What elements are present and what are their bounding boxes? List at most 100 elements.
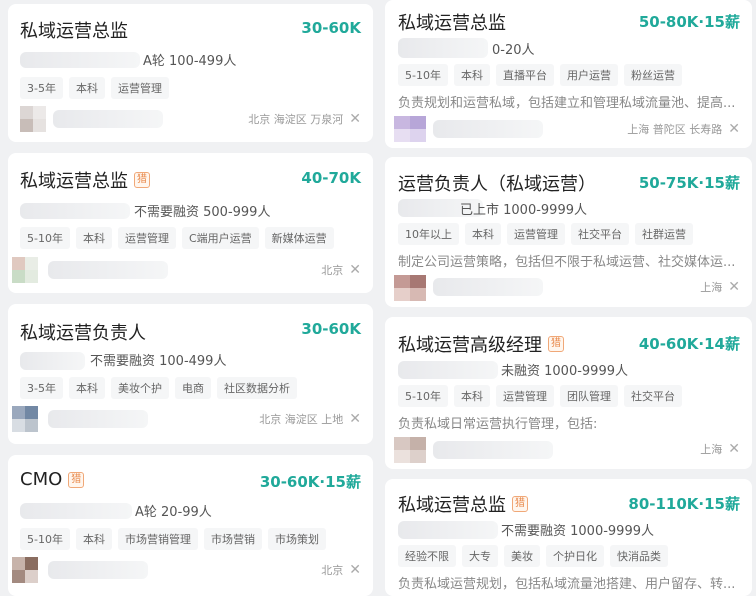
tag: 运营管理: [495, 385, 554, 407]
tag: 市场策划: [267, 528, 326, 550]
recruiter-blurred: [433, 278, 543, 296]
tag: 美妆: [504, 545, 540, 567]
tag: 快消品类: [610, 545, 668, 567]
close-icon[interactable]: ✕: [349, 111, 361, 127]
tag: 运营管理: [117, 227, 176, 249]
salary: 50-75K·15薪: [638, 174, 740, 192]
job-tags: 经验不限 大专 美妆 个护日化 快消品类: [398, 545, 668, 567]
salary: 40-70K: [301, 169, 361, 187]
location: 上海 ✕: [700, 441, 740, 457]
tag: 运营管理: [507, 223, 565, 245]
recruiter-blurred: [48, 561, 148, 579]
salary: 30-60K: [301, 320, 361, 338]
tag: 经验不限: [398, 545, 456, 567]
job-title: CMO 猎: [20, 469, 85, 490]
tag: 团队管理: [559, 385, 618, 407]
company-info: 不需要融资 1000-9999人: [501, 524, 654, 539]
tag: 本科: [75, 227, 112, 249]
tag: 本科: [453, 385, 490, 407]
tag: 社区数据分析: [216, 377, 297, 399]
job-title: 私域运营高级经理 猎: [398, 331, 564, 357]
tag: 5-10年: [398, 64, 448, 86]
company-info: A轮 100-499人: [143, 54, 237, 69]
close-icon[interactable]: ✕: [728, 441, 740, 457]
job-description: 负责私域运营规划，包括私域流量池搭建、用户留存、转...: [398, 577, 736, 592]
job-card[interactable]: 私域运营总监 50-80K·15薪 0-20人 5-10年 本科 直播平台 用户…: [385, 0, 752, 148]
salary: 40-60K·14薪: [638, 335, 740, 353]
tag: C端用户运营: [181, 227, 259, 249]
job-card[interactable]: CMO 猎 30-60K·15薪 A轮 20-99人 5-10年 本科 市场营销…: [8, 455, 373, 596]
recruiter-blurred: [433, 441, 553, 459]
headhunter-icon: 猎: [548, 336, 564, 352]
headhunter-icon: 猎: [134, 172, 150, 188]
tag: 本科: [453, 64, 490, 86]
tag: 本科: [68, 377, 105, 399]
headhunter-icon: 猎: [512, 496, 528, 512]
job-card[interactable]: 私域运营负责人 30-60K 不需要融资 100-499人 3-5年 本科 美妆…: [8, 304, 373, 444]
salary: 30-60K: [301, 19, 361, 37]
job-tags: 3-5年 本科 美妆个护 电商 社区数据分析: [20, 377, 297, 399]
company-name-blurred: [20, 52, 140, 68]
job-card[interactable]: 私域运营总监 30-60K A轮 100-499人 3-5年 本科 运营管理 北…: [8, 4, 373, 142]
job-description: 负责规划和运营私域，包括建立和管理私域流量池、提高...: [398, 96, 736, 111]
salary: 50-80K·15薪: [638, 13, 740, 31]
tag: 10年以上: [398, 223, 459, 245]
company-name-blurred: [20, 203, 130, 219]
tag: 用户运营: [559, 64, 618, 86]
tag: 5-10年: [398, 385, 448, 407]
recruiter-blurred: [53, 110, 163, 128]
location: 上海 普陀区 长寿路 ✕: [627, 121, 740, 137]
tag: 社交平台: [623, 385, 682, 407]
company-name-blurred: [20, 352, 85, 370]
job-card[interactable]: 运营负责人（私域运营） 50-75K·15薪 已上市 1000-9999人 10…: [385, 157, 752, 307]
tag: 3-5年: [20, 77, 63, 99]
recruiter-blurred: [48, 410, 148, 428]
location: 上海 ✕: [700, 279, 740, 295]
job-card[interactable]: 私域运营总监 猎 80-110K·15薪 不需要融资 1000-9999人 经验…: [385, 479, 752, 596]
close-icon[interactable]: ✕: [349, 411, 361, 427]
close-icon[interactable]: ✕: [349, 262, 361, 278]
job-card[interactable]: 私域运营高级经理 猎 40-60K·14薪 未融资 1000-9999人 5-1…: [385, 317, 752, 469]
tag: 3-5年: [20, 377, 63, 399]
location: 北京 ✕: [321, 262, 361, 278]
close-icon[interactable]: ✕: [728, 121, 740, 137]
tag: 电商: [174, 377, 211, 399]
tag: 社交平台: [571, 223, 629, 245]
tag: 市场营销管理: [117, 528, 198, 550]
tag: 新媒体运营: [264, 227, 334, 249]
tag: 直播平台: [495, 64, 554, 86]
tag: 市场营销: [203, 528, 262, 550]
tag: 社群运营: [635, 223, 693, 245]
company-name-blurred: [398, 521, 498, 539]
job-title: 私域运营总监: [398, 13, 506, 34]
job-card[interactable]: 私域运营总监 猎 40-70K 不需要融资 500-999人 5-10年 本科 …: [8, 153, 373, 293]
avatar: [394, 437, 426, 463]
company-info: 不需要融资 100-499人: [90, 354, 227, 369]
job-tags: 3-5年 本科 运营管理: [20, 77, 169, 99]
company-name-blurred: [20, 503, 132, 519]
job-description: 制定公司运营策略，包括但不限于私域运营、社交媒体运...: [398, 255, 736, 270]
tag: 本科: [68, 77, 105, 99]
tag: 5-10年: [20, 227, 70, 249]
job-title: 私域运营总监 猎: [398, 491, 528, 517]
location: 北京 ✕: [321, 562, 361, 578]
company-name-blurred: [398, 38, 488, 58]
avatar: [20, 106, 46, 132]
tag: 粉丝运营: [623, 64, 682, 86]
company-info: 未融资 1000-9999人: [501, 364, 628, 379]
job-tags: 10年以上 本科 运营管理 社交平台 社群运营: [398, 223, 693, 245]
company-info: 已上市 1000-9999人: [460, 203, 587, 218]
job-tags: 5-10年 本科 运营管理 团队管理 社交平台: [398, 385, 682, 407]
location: 北京 海淀区 万泉河 ✕: [248, 111, 361, 127]
salary: 80-110K·15薪: [628, 495, 740, 513]
tag: 本科: [75, 528, 112, 550]
tag: 美妆个护: [110, 377, 169, 399]
headhunter-icon: 猎: [68, 471, 85, 488]
close-icon[interactable]: ✕: [349, 562, 361, 578]
job-title: 私域运营负责人: [20, 323, 146, 344]
recruiter-blurred: [48, 261, 168, 279]
avatar: [394, 275, 426, 301]
company-info: 不需要融资 500-999人: [134, 205, 271, 220]
close-icon[interactable]: ✕: [728, 279, 740, 295]
job-tags: 5-10年 本科 市场营销管理 市场营销 市场策划: [20, 528, 326, 550]
